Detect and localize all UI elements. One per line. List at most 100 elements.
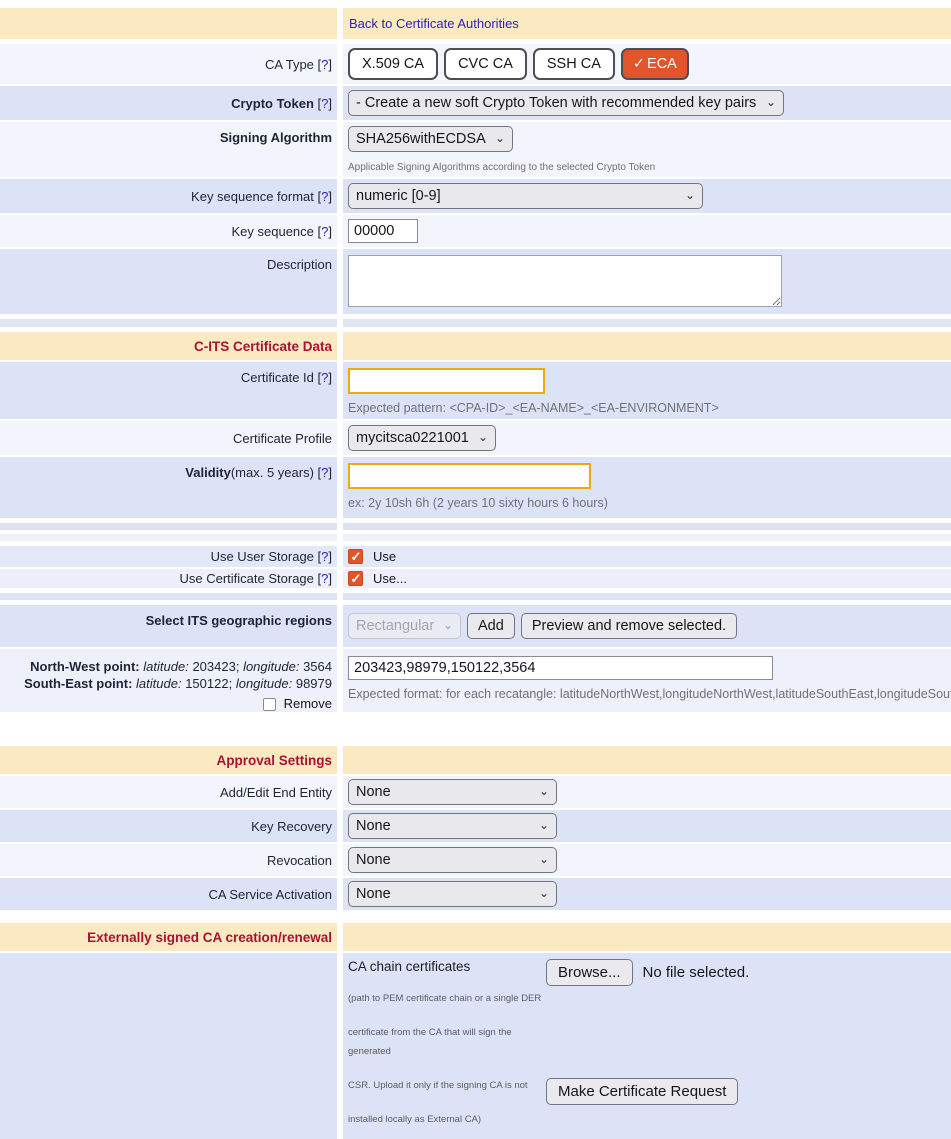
crypto-token-select[interactable]: - Create a new soft Crypto Token with re…: [348, 90, 784, 116]
use-certificate-storage-help-link[interactable]: ?: [321, 571, 328, 586]
description-label-cell: Description: [0, 249, 337, 314]
revocation-select-wrap: None ⌄: [348, 847, 557, 873]
no-file-selected-text: No file selected.: [643, 964, 750, 981]
certificate-id-help-link[interactable]: ?: [321, 370, 328, 385]
description-cell: [343, 249, 951, 314]
ca-type-help-link[interactable]: ?: [321, 57, 328, 72]
approval-select-cell: None ⌄: [343, 878, 951, 910]
ca-chain-row: CA chain certificates (path to PEM certi…: [0, 953, 951, 1139]
crypto-token-label-cell: Crypto Token [?]: [0, 86, 337, 120]
geo-regions-cell: Rectangular ⌄ Add Preview and remove sel…: [343, 605, 951, 647]
external-section-title: Externally signed CA creation/renewal: [87, 930, 332, 945]
signing-algorithm-cell: SHA256withECDSA ⌄ Applicable Signing Alg…: [343, 122, 951, 177]
ca-type-eca-label: ECA: [647, 56, 677, 72]
ca-type-x509-button[interactable]: X.509 CA: [348, 48, 438, 80]
key-recovery-select[interactable]: None: [348, 813, 557, 839]
spacer-row: [0, 319, 951, 327]
approval-section-title-cell: Approval Settings: [0, 746, 337, 774]
longitude-word: longitude:: [236, 676, 292, 691]
spacer-cell: [343, 319, 951, 327]
validity-help-link[interactable]: ?: [321, 465, 328, 480]
external-section-title-cell: Externally signed CA creation/renewal: [0, 923, 337, 951]
key-sequence-format-help-link[interactable]: ?: [321, 189, 328, 204]
signing-algorithm-label-cell: Signing Algorithm: [0, 122, 337, 177]
description-textarea[interactable]: [348, 255, 782, 307]
check-icon: ✓: [633, 56, 645, 72]
use-user-storage-help-link[interactable]: ?: [321, 549, 328, 564]
use-certificate-storage-checkbox[interactable]: [348, 571, 363, 586]
key-sequence-format-label: Key sequence format: [191, 189, 314, 204]
geo-regions-label: Select ITS geographic regions: [146, 613, 332, 628]
ca-type-ssh-button[interactable]: SSH CA: [533, 48, 615, 80]
ca-chain-left-cell: [0, 953, 337, 1139]
crypto-token-help-link[interactable]: ?: [321, 96, 328, 111]
remove-region-checkbox[interactable]: [263, 698, 276, 711]
approval-ca-service-activation-row: CA Service Activation None ⌄: [0, 878, 951, 910]
approval-select-cell: None ⌄: [343, 810, 951, 842]
key-sequence-format-select[interactable]: numeric [0-9]: [348, 183, 703, 209]
south-east-point-label: South-East point:: [24, 676, 132, 691]
use-user-storage-row: Use User Storage [?] Use: [0, 546, 951, 567]
validity-help-text: ex: 2y 10sh 6h (2 years 10 sixty hours 6…: [348, 496, 608, 510]
ca-service-activation-select[interactable]: None: [348, 881, 557, 907]
key-sequence-format-cell: numeric [0-9] ⌄: [343, 179, 951, 213]
use-user-storage-label: Use User Storage: [211, 549, 314, 564]
region-points-cell: North-West point: latitude: 203423; long…: [0, 649, 337, 712]
cits-section-title: C-ITS Certificate Data: [194, 339, 332, 354]
ca-type-eca-button[interactable]: ✓ECA: [621, 48, 689, 80]
signing-algorithm-select[interactable]: SHA256withECDSA: [348, 126, 513, 152]
validity-label: Validity: [185, 465, 231, 480]
make-certificate-request-button[interactable]: Make Certificate Request: [546, 1078, 738, 1105]
certificate-profile-label: Certificate Profile: [233, 431, 332, 446]
cits-section-title-cell: C-ITS Certificate Data: [0, 332, 337, 360]
north-west-longitude-value: 3564: [303, 659, 332, 674]
spacer-cell: [0, 593, 337, 600]
certificate-id-input[interactable]: [348, 368, 545, 394]
spacer-row: [0, 593, 951, 600]
revocation-select[interactable]: None: [348, 847, 557, 873]
use-user-storage-checkbox[interactable]: [348, 549, 363, 564]
validity-label-cell: Validity(max. 5 years) [?]: [0, 457, 337, 518]
edit-ca-form: Back to Certificate Authorities CA Type …: [0, 0, 951, 1139]
key-sequence-help-link[interactable]: ?: [321, 224, 328, 239]
cits-section-header-row: C-ITS Certificate Data: [0, 332, 951, 360]
certificate-id-row: Certificate Id [?] Expected pattern: <CP…: [0, 362, 951, 419]
approval-revocation-row: Revocation None ⌄: [0, 844, 951, 876]
ca-chain-grid: CA chain certificates (path to PEM certi…: [343, 953, 951, 1139]
validity-row: Validity(max. 5 years) [?] ex: 2y 10sh 6…: [0, 457, 951, 518]
approval-section-header-row: Approval Settings: [0, 746, 951, 774]
back-to-certificate-authorities-link[interactable]: Back to Certificate Authorities: [349, 16, 519, 31]
top-header-left-cell: [0, 8, 337, 39]
approval-label-cell: Add/Edit End Entity: [0, 776, 337, 808]
ca-chain-help-line: (path to PEM certificate chain or a sing…: [348, 989, 546, 1008]
preview-remove-selected-button[interactable]: Preview and remove selected.: [521, 613, 737, 639]
signing-algorithm-row: Signing Algorithm SHA256withECDSA ⌄ Appl…: [0, 122, 951, 177]
certificate-profile-select[interactable]: mycitsca0221001: [348, 425, 496, 451]
region-shape-select[interactable]: Rectangular: [348, 613, 461, 639]
browse-button[interactable]: Browse...: [546, 959, 633, 986]
signing-algorithm-label: Signing Algorithm: [220, 130, 332, 145]
validity-cell: ex: 2y 10sh 6h (2 years 10 sixty hours 6…: [343, 457, 951, 518]
add-region-button[interactable]: Add: [467, 613, 515, 639]
validity-label-note: (max. 5 years): [231, 465, 314, 480]
spacer: [546, 986, 951, 1064]
approval-label-cell: Revocation: [0, 844, 337, 876]
certificate-profile-cell: mycitsca0221001 ⌄: [343, 421, 951, 455]
geo-regions-label-cell: Select ITS geographic regions: [0, 605, 337, 647]
spacer-cell: [0, 534, 337, 541]
certificate-profile-label-cell: Certificate Profile: [0, 421, 337, 455]
region-south-east-point: South-East point: latitude: 150122; long…: [5, 675, 332, 692]
external-section-right-cell: [343, 923, 951, 951]
add-edit-end-entity-select[interactable]: None: [348, 779, 557, 805]
crypto-token-cell: - Create a new soft Crypto Token with re…: [343, 86, 951, 120]
region-coordinates-input[interactable]: [348, 656, 773, 680]
certificate-id-label-cell: Certificate Id [?]: [0, 362, 337, 419]
ca-type-cvc-button[interactable]: CVC CA: [444, 48, 527, 80]
spacer-cell: [0, 319, 337, 327]
certificate-profile-select-wrap: mycitsca0221001 ⌄: [348, 425, 496, 451]
top-header-row: Back to Certificate Authorities: [0, 8, 951, 39]
validity-input[interactable]: [348, 463, 591, 489]
key-sequence-input[interactable]: [348, 219, 418, 243]
certificate-id-label: Certificate Id: [241, 370, 314, 385]
key-recovery-label: Key Recovery: [251, 819, 332, 834]
